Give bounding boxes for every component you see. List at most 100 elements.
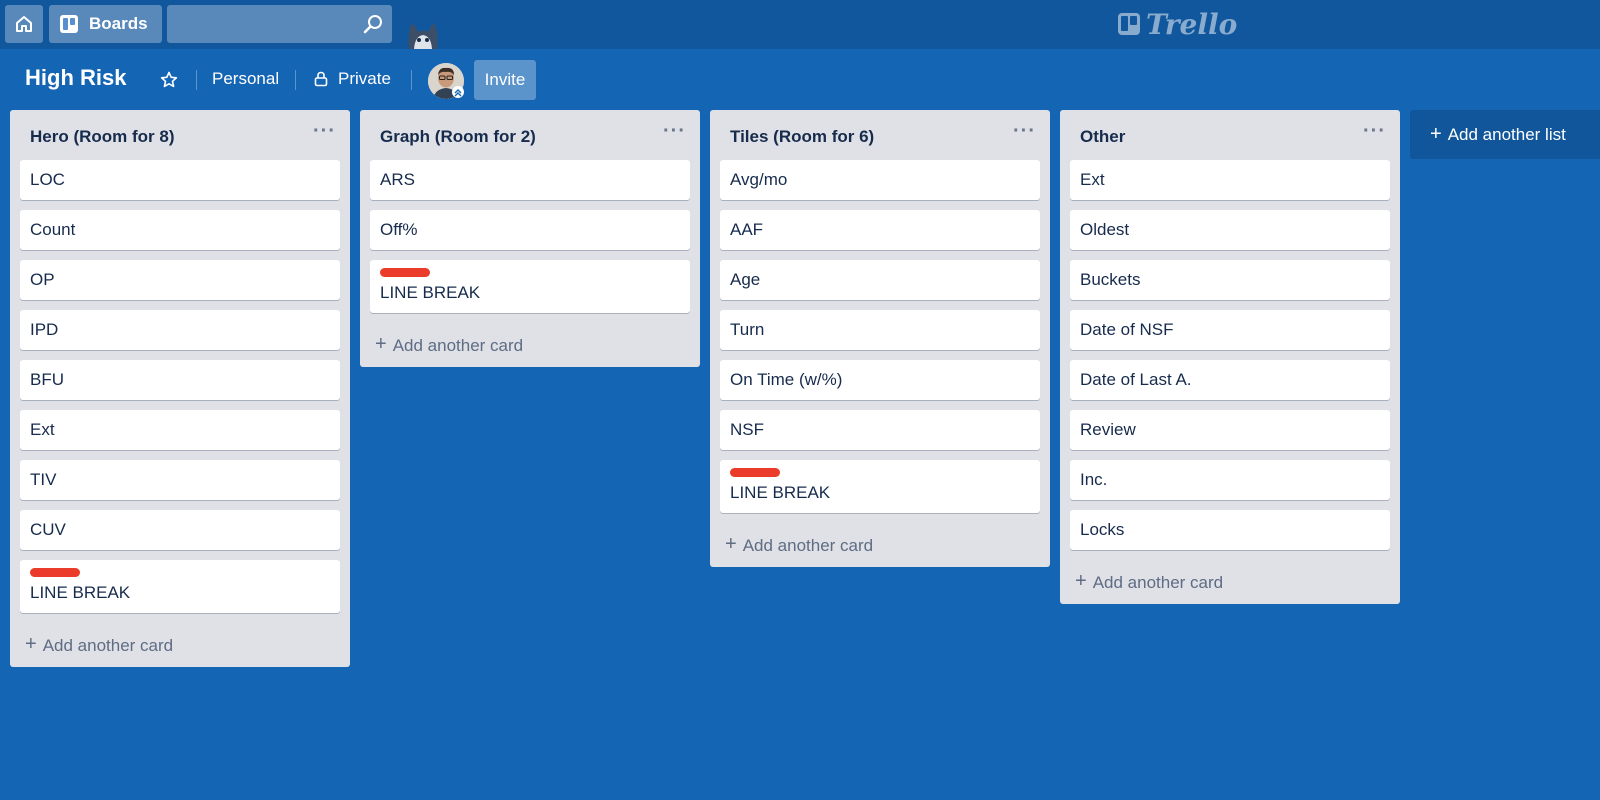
card[interactable]: Buckets bbox=[1070, 260, 1390, 300]
invite-button[interactable]: Invite bbox=[474, 60, 536, 100]
trello-logo[interactable]: Trello bbox=[1118, 7, 1238, 41]
boards-label: Boards bbox=[89, 14, 148, 33]
header-divider bbox=[295, 70, 296, 90]
list-hero: Hero (Room for 8) ··· LOC Count OP IPD B… bbox=[10, 110, 350, 667]
add-card-label: Add another card bbox=[392, 336, 524, 355]
card-title: Buckets bbox=[1080, 270, 1141, 289]
card-title: Date of Last A. bbox=[1080, 370, 1192, 389]
list-tiles: Tiles (Room for 6) ··· Avg/mo AAF Age Tu… bbox=[710, 110, 1050, 567]
plus-icon: + bbox=[375, 333, 387, 355]
plus-icon: + bbox=[1430, 123, 1442, 145]
card[interactable]: Off% bbox=[370, 210, 690, 250]
card[interactable]: Avg/mo bbox=[720, 160, 1040, 200]
card[interactable]: Turn bbox=[720, 310, 1040, 350]
home-button[interactable] bbox=[5, 5, 43, 43]
card-title: Age bbox=[730, 270, 761, 289]
star-icon bbox=[160, 71, 178, 88]
lock-icon bbox=[314, 71, 328, 87]
header-divider bbox=[411, 70, 412, 90]
star-board-button[interactable] bbox=[160, 71, 178, 94]
taco-mascot-icon[interactable] bbox=[405, 20, 441, 54]
card-title: IPD bbox=[30, 320, 59, 339]
card[interactable]: Review bbox=[1070, 410, 1390, 450]
add-card-button[interactable]: + Add another card bbox=[710, 523, 1050, 567]
list-title[interactable]: Graph (Room for 2) bbox=[380, 127, 536, 146]
card[interactable]: Date of Last A. bbox=[1070, 360, 1390, 400]
list-graph: Graph (Room for 2) ··· ARS Off% LINE BRE… bbox=[360, 110, 700, 367]
search-input[interactable] bbox=[167, 5, 392, 43]
card[interactable]: Date of NSF bbox=[1070, 310, 1390, 350]
card-title: Ext bbox=[30, 420, 55, 439]
card[interactable]: ARS bbox=[370, 160, 690, 200]
card[interactable]: AAF bbox=[720, 210, 1040, 250]
card[interactable]: CUV bbox=[20, 510, 340, 550]
card[interactable]: Ext bbox=[20, 410, 340, 450]
visibility-label: Private bbox=[338, 69, 391, 88]
list-header[interactable]: Graph (Room for 2) ··· bbox=[360, 110, 700, 160]
card-label-red[interactable] bbox=[30, 568, 80, 577]
card[interactable]: TIV bbox=[20, 460, 340, 500]
card-title: BFU bbox=[30, 370, 64, 389]
card-title: LOC bbox=[30, 170, 65, 189]
card-title: TIV bbox=[30, 470, 57, 489]
card-title: Turn bbox=[730, 320, 765, 339]
list-menu-icon[interactable]: ··· bbox=[313, 121, 336, 141]
card[interactable]: Inc. bbox=[1070, 460, 1390, 500]
admin-badge-icon bbox=[452, 86, 464, 98]
card[interactable]: On Time (w/%) bbox=[720, 360, 1040, 400]
trello-logo-text: Trello bbox=[1146, 7, 1238, 41]
card[interactable]: NSF bbox=[720, 410, 1040, 450]
visibility-button[interactable]: Private bbox=[314, 69, 391, 89]
card-title: Locks bbox=[1080, 520, 1125, 539]
card[interactable]: Oldest bbox=[1070, 210, 1390, 250]
add-card-label: Add another card bbox=[742, 536, 874, 555]
team-button[interactable]: Personal bbox=[212, 69, 279, 89]
card-title: CUV bbox=[30, 520, 66, 539]
add-card-label: Add another card bbox=[1092, 573, 1224, 592]
list-title[interactable]: Hero (Room for 8) bbox=[30, 127, 175, 146]
card-title: Inc. bbox=[1080, 470, 1108, 489]
list-title[interactable]: Tiles (Room for 6) bbox=[730, 127, 874, 146]
list-menu-icon[interactable]: ··· bbox=[1363, 121, 1386, 141]
card[interactable]: Count bbox=[20, 210, 340, 250]
card[interactable]: LOC bbox=[20, 160, 340, 200]
home-icon bbox=[16, 16, 32, 32]
add-list-button[interactable]: + Add another list bbox=[1410, 110, 1600, 159]
card-title: Avg/mo bbox=[730, 170, 788, 189]
plus-icon: + bbox=[725, 533, 737, 555]
card-title: NSF bbox=[730, 420, 764, 439]
card[interactable]: BFU bbox=[20, 360, 340, 400]
add-card-button[interactable]: + Add another card bbox=[10, 623, 350, 667]
list-menu-icon[interactable]: ··· bbox=[1013, 121, 1036, 141]
card-title: Oldest bbox=[1080, 220, 1130, 239]
list-title[interactable]: Other bbox=[1080, 127, 1125, 146]
card[interactable]: Age bbox=[720, 260, 1040, 300]
add-card-button[interactable]: + Add another card bbox=[1060, 560, 1400, 604]
board-title[interactable]: High Risk bbox=[25, 65, 126, 91]
card[interactable]: LINE BREAK bbox=[720, 460, 1040, 513]
card[interactable]: LINE BREAK bbox=[370, 260, 690, 313]
card-title: LINE BREAK bbox=[380, 283, 481, 302]
list-header[interactable]: Hero (Room for 8) ··· bbox=[10, 110, 350, 160]
card-title: OP bbox=[30, 270, 55, 289]
list-header[interactable]: Tiles (Room for 6) ··· bbox=[710, 110, 1050, 160]
card[interactable]: LINE BREAK bbox=[20, 560, 340, 613]
card[interactable]: Ext bbox=[1070, 160, 1390, 200]
list-header[interactable]: Other ··· bbox=[1060, 110, 1400, 160]
card-label-red[interactable] bbox=[380, 268, 430, 277]
add-list-label: Add another list bbox=[1447, 124, 1566, 144]
list-menu-icon[interactable]: ··· bbox=[663, 121, 686, 141]
card[interactable]: OP bbox=[20, 260, 340, 300]
card-label-red[interactable] bbox=[730, 468, 780, 477]
card[interactable]: IPD bbox=[20, 310, 340, 350]
boards-button[interactable]: Boards bbox=[49, 5, 162, 43]
boards-icon bbox=[60, 15, 78, 33]
plus-icon: + bbox=[1075, 570, 1087, 592]
card-title: Count bbox=[30, 220, 76, 239]
card[interactable]: Locks bbox=[1070, 510, 1390, 550]
card-title: LINE BREAK bbox=[30, 583, 131, 602]
card-title: AAF bbox=[730, 220, 764, 239]
card-title: Review bbox=[1080, 420, 1136, 439]
add-card-button[interactable]: + Add another card bbox=[360, 323, 700, 367]
card-title: On Time (w/%) bbox=[730, 370, 843, 389]
